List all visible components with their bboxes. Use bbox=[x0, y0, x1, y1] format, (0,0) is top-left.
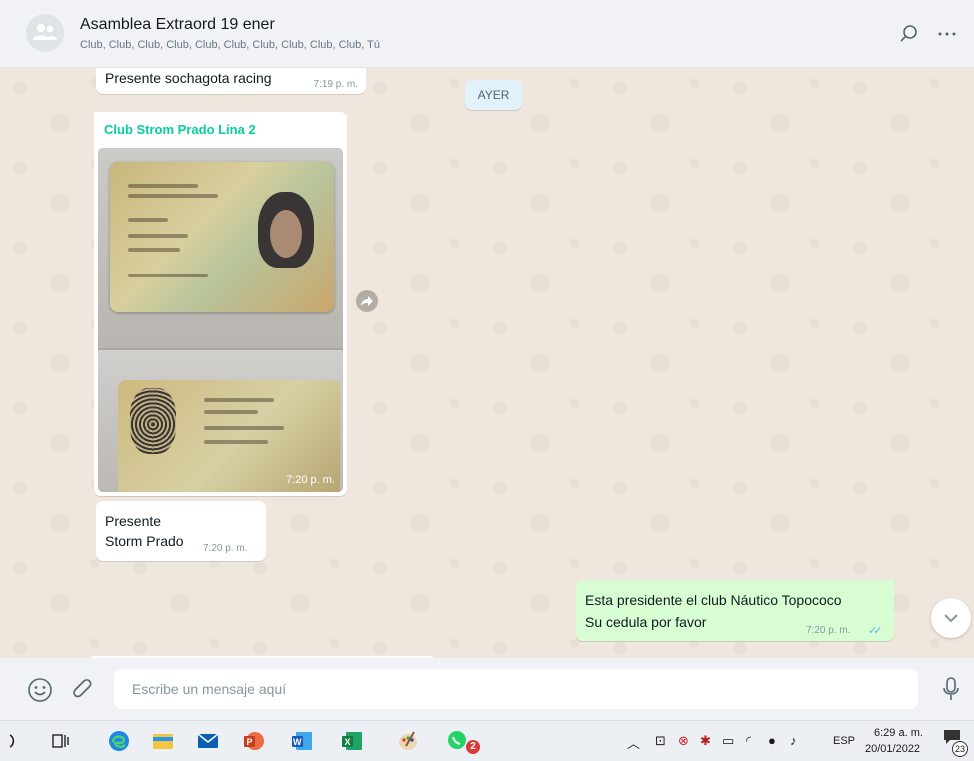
message-outgoing[interactable]: Esta presidente el club Náutico Topococo… bbox=[576, 580, 894, 641]
antivirus-icon[interactable]: ⊗ bbox=[678, 733, 689, 749]
search-icon[interactable] bbox=[897, 22, 921, 46]
microphone-tray-icon[interactable]: ● bbox=[768, 733, 776, 748]
fingerprint-image bbox=[130, 388, 176, 454]
notifications-count-badge: 23 bbox=[952, 741, 968, 757]
message-time: 7:20 p. m. bbox=[286, 474, 335, 486]
message-incoming[interactable]: Presente sochagota racing 7:19 p. m. bbox=[96, 68, 366, 94]
message-incoming-image[interactable]: Club Strom Prado Lina 2 7:20 p. m. bbox=[94, 112, 347, 496]
mail-icon[interactable] bbox=[196, 729, 220, 753]
message-time: 7:19 p. m. bbox=[313, 79, 358, 90]
chat-header[interactable]: Asamblea Extraord 19 ener Club, Club, Cl… bbox=[0, 0, 974, 68]
message-text-line: Presente bbox=[105, 513, 162, 529]
attach-icon[interactable] bbox=[70, 677, 96, 703]
message-time: 7:20 p. m. bbox=[203, 543, 248, 554]
paint-icon[interactable] bbox=[396, 729, 420, 753]
battery-icon[interactable]: ▭ bbox=[722, 733, 734, 749]
forward-icon bbox=[361, 296, 373, 306]
input-language[interactable]: ESP bbox=[833, 735, 855, 747]
gift-icon[interactable]: ✱ bbox=[700, 733, 711, 749]
wifi-icon[interactable]: ◜ bbox=[746, 733, 751, 749]
id-card-front bbox=[110, 162, 334, 312]
day-divider: AYER bbox=[465, 80, 522, 110]
file-explorer-icon[interactable] bbox=[151, 729, 175, 753]
message-time: 7:20 p. m. bbox=[806, 625, 851, 636]
message-list[interactable]: Presente sochagota racing 7:19 p. m. AYE… bbox=[0, 68, 974, 658]
sender-name[interactable]: Club Strom Prado Lina 2 bbox=[104, 122, 256, 137]
meet-now-icon[interactable]: ⊡ bbox=[655, 733, 666, 749]
message-input[interactable] bbox=[114, 669, 918, 709]
message-text-line: Storm Prado bbox=[105, 533, 184, 549]
group-icon bbox=[33, 24, 57, 40]
svg-text:W: W bbox=[293, 737, 302, 747]
message-text-line: Su cedula por favor bbox=[585, 614, 707, 630]
volume-icon[interactable]: ♪ bbox=[790, 733, 797, 748]
powerpoint-icon[interactable]: P bbox=[242, 729, 266, 753]
message-text: Presente sochagota racing bbox=[105, 70, 272, 86]
message-text-line: Esta presidente el club Náutico Topococo bbox=[585, 592, 842, 608]
clock-time[interactable]: 6:29 a. m. bbox=[874, 727, 923, 739]
svg-text:X: X bbox=[345, 737, 351, 747]
word-icon[interactable]: W bbox=[290, 729, 314, 753]
excel-icon[interactable]: X bbox=[340, 729, 364, 753]
chat-title[interactable]: Asamblea Extraord 19 ener bbox=[80, 16, 275, 34]
search-icon[interactable] bbox=[6, 729, 30, 753]
read-ticks-icon: ✓✓ bbox=[868, 625, 883, 637]
chat-participants: Club, Club, Club, Club, Club, Club, Club… bbox=[80, 39, 380, 51]
group-avatar[interactable] bbox=[26, 14, 64, 52]
task-view-icon[interactable] bbox=[48, 729, 72, 753]
whatsapp-unread-badge: 2 bbox=[466, 740, 480, 754]
chevron-down-icon bbox=[944, 614, 958, 623]
svg-text:P: P bbox=[247, 737, 253, 747]
edge-icon[interactable] bbox=[107, 729, 131, 753]
microphone-icon[interactable] bbox=[942, 676, 960, 702]
clock-date[interactable]: 20/01/2022 bbox=[865, 743, 920, 755]
more-options-icon[interactable] bbox=[935, 22, 959, 46]
show-hidden-icons-icon[interactable]: ︿ bbox=[627, 733, 640, 752]
id-card-photo[interactable]: 7:20 p. m. bbox=[98, 148, 343, 492]
windows-taskbar: P W X 2 ︿ ⊡ ⊗ ✱ ▭ ◜ ● ♪ ESP 6:29 a. m. 2… bbox=[0, 720, 974, 761]
scroll-to-bottom-button[interactable] bbox=[931, 598, 971, 638]
forward-button[interactable] bbox=[356, 290, 378, 312]
message-incoming[interactable]: Presente Storm Prado 7:20 p. m. bbox=[96, 501, 266, 561]
emoji-icon[interactable] bbox=[27, 677, 53, 703]
compose-bar bbox=[0, 658, 974, 720]
